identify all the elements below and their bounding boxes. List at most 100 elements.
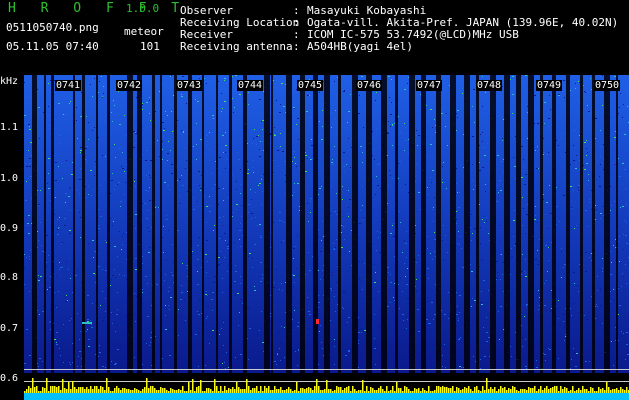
noise-speckle <box>274 361 276 362</box>
noise-speckle <box>376 92 377 93</box>
noise-speckle <box>587 105 588 106</box>
noise-speckle <box>114 189 115 190</box>
noise-speckle <box>459 307 460 308</box>
noise-speckle <box>485 92 486 93</box>
noise-speckle <box>236 181 237 182</box>
noise-speckle <box>99 341 101 342</box>
noise-speckle <box>38 240 39 241</box>
noise-speckle <box>586 140 587 141</box>
noise-speckle <box>442 366 443 367</box>
noise-speckle <box>88 139 89 140</box>
noise-speckle <box>588 96 589 97</box>
noise-speckle <box>284 142 285 143</box>
noise-speckle <box>135 133 137 134</box>
noise-speckle <box>623 276 624 277</box>
noise-speckle <box>417 92 418 93</box>
level-bar <box>320 390 322 393</box>
y-tick-0-8: 0.8 <box>0 272 19 283</box>
noise-speckle <box>240 283 241 284</box>
noise-speckle <box>164 118 165 119</box>
noise-speckle <box>460 236 461 237</box>
noise-speckle <box>481 304 483 305</box>
noise-speckle <box>285 193 286 194</box>
noise-speckle <box>28 233 30 234</box>
noise-speckle <box>432 127 433 128</box>
signal-gap <box>450 75 456 373</box>
noise-speckle <box>336 214 337 215</box>
noise-speckle <box>463 367 464 368</box>
noise-speckle <box>390 114 392 115</box>
noise-speckle <box>522 197 523 198</box>
noise-speckle <box>400 161 401 162</box>
noise-speckle <box>578 101 580 102</box>
noise-speckle <box>462 359 463 360</box>
noise-speckle <box>55 162 57 163</box>
signal-gap <box>324 75 330 373</box>
signal-gap <box>202 75 204 373</box>
level-bar <box>228 388 230 393</box>
noise-speckle <box>458 339 460 340</box>
noise-speckle <box>144 203 146 204</box>
noise-speckle <box>273 357 274 358</box>
noise-speckle <box>80 116 82 117</box>
noise-speckle <box>200 188 202 189</box>
noise-speckle <box>199 300 201 301</box>
noise-speckle <box>590 113 592 114</box>
noise-speckle <box>172 244 173 245</box>
level-bar <box>226 390 228 393</box>
noise-speckle <box>574 228 575 229</box>
noise-speckle <box>428 323 430 324</box>
noise-speckle <box>471 271 473 272</box>
noise-speckle <box>538 290 539 291</box>
noise-speckle <box>626 204 627 205</box>
level-bar <box>48 391 50 393</box>
noise-speckle <box>584 315 585 316</box>
level-bar <box>288 387 290 393</box>
noise-speckle <box>223 216 224 217</box>
noise-speckle <box>475 361 476 362</box>
noise-speckle <box>333 243 334 244</box>
noise-speckle <box>473 189 474 190</box>
noise-speckle <box>255 217 256 218</box>
signal-gap <box>137 75 142 373</box>
noise-speckle <box>279 212 281 213</box>
noise-speckle <box>434 197 435 198</box>
noise-speckle <box>54 119 55 120</box>
noise-speckle <box>55 197 56 198</box>
noise-speckle <box>261 178 262 179</box>
noise-speckle <box>261 179 262 180</box>
noise-speckle <box>30 250 31 251</box>
noise-speckle <box>620 93 621 94</box>
noise-speckle <box>402 252 403 253</box>
noise-speckle <box>248 212 249 213</box>
noise-speckle <box>57 229 59 230</box>
level-bar <box>252 388 254 393</box>
noise-speckle <box>24 115 26 116</box>
noise-speckle <box>58 228 59 229</box>
noise-speckle <box>91 195 92 196</box>
noise-speckle <box>348 216 349 217</box>
noise-speckle <box>104 120 105 121</box>
level-bar <box>212 391 214 393</box>
noise-speckle <box>63 114 64 115</box>
noise-speckle <box>294 108 295 109</box>
noise-speckle <box>480 359 481 360</box>
noise-speckle <box>100 185 101 186</box>
noise-speckle <box>55 306 56 307</box>
noise-speckle <box>249 253 251 254</box>
noise-speckle <box>441 345 442 346</box>
level-bar <box>312 390 314 393</box>
noise-speckle <box>260 281 262 282</box>
level-bar <box>316 379 318 393</box>
level-bar <box>52 386 54 393</box>
noise-speckle <box>235 265 236 266</box>
noise-speckle <box>548 228 549 229</box>
noise-speckle <box>597 320 598 321</box>
noise-speckle <box>484 155 486 156</box>
noise-speckle <box>120 201 122 202</box>
noise-speckle <box>514 166 516 167</box>
noise-speckle <box>546 310 547 311</box>
noise-speckle <box>389 97 390 98</box>
level-bar <box>112 391 114 393</box>
noise-speckle <box>297 183 299 184</box>
